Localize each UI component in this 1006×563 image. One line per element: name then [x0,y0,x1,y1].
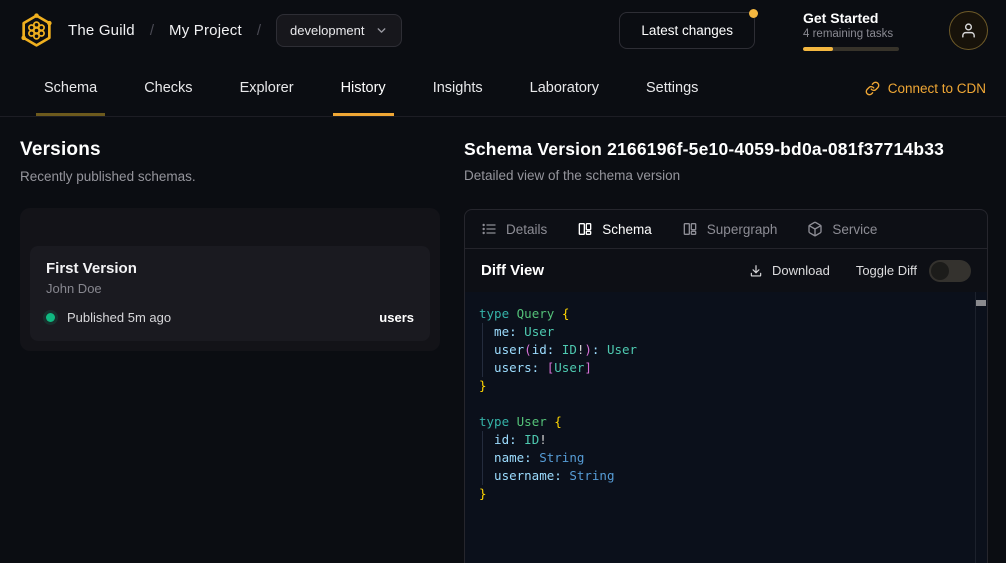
tab-supergraph-label: Supergraph [707,222,778,237]
versions-subtitle: Recently published schemas. [20,169,440,184]
toggle-knob [931,262,949,280]
primary-nav: Schema Checks Explorer History Insights … [0,60,1006,117]
list-icon [481,221,497,237]
version-list-item[interactable]: First Version John Doe Published 5m ago … [30,246,430,341]
breadcrumb-org[interactable]: The Guild [68,22,135,39]
tab-insights[interactable]: Insights [425,60,491,116]
latest-changes-label: Latest changes [641,23,733,38]
versions-panel: Versions Recently published schemas. Fir… [0,117,464,563]
link-icon [865,81,880,96]
download-button[interactable]: Download [749,263,830,278]
tab-service[interactable]: Service [807,221,877,237]
version-detail-panel: Schema Version 2166196f-5e10-4059-bd0a-0… [464,117,1006,563]
tab-service-label: Service [832,222,877,237]
tab-checks[interactable]: Checks [136,60,200,116]
latest-changes-button[interactable]: Latest changes [619,12,755,49]
panels-icon [577,221,593,237]
versions-list: First Version John Doe Published 5m ago … [20,208,440,351]
tab-laboratory[interactable]: Laboratory [522,60,607,116]
version-status: Published 5m ago [67,310,171,325]
tab-settings[interactable]: Settings [638,60,706,116]
schema-view-tabs: Details Schema Supergr [465,210,987,249]
panels-icon [682,221,698,237]
get-started-progress-bar [803,47,899,51]
tab-schema-view[interactable]: Schema [577,221,652,237]
download-label: Download [772,263,830,278]
user-icon [960,22,977,39]
breadcrumb-project[interactable]: My Project [169,22,242,39]
get-started-progress-fill [803,47,833,51]
connect-to-cdn-button[interactable]: Connect to CDN [865,60,986,116]
tab-details[interactable]: Details [481,221,547,237]
published-status-dot [46,313,55,322]
toggle-diff-label: Toggle Diff [856,263,917,278]
editor-scrollbar-thumb[interactable] [976,300,986,306]
tab-history[interactable]: History [333,60,394,116]
version-detail-title: Schema Version 2166196f-5e10-4059-bd0a-0… [464,139,988,160]
chevron-down-icon [375,24,388,37]
editor-scrollbar-track [975,292,976,563]
schema-view-panel: Details Schema Supergr [464,209,988,563]
get-started-subtitle: 4 remaining tasks [803,28,899,40]
version-name: First Version [46,260,414,277]
toggle-diff-switch[interactable] [929,260,971,282]
environment-select-value: development [290,23,364,38]
schema-code-editor[interactable]: type Query { me: User user(id: ID!): Use… [465,292,987,563]
download-icon [749,264,763,278]
connect-to-cdn-label: Connect to CDN [888,81,986,96]
tab-explorer[interactable]: Explorer [232,60,302,116]
user-avatar[interactable] [949,11,988,50]
cube-icon [807,221,823,237]
breadcrumb: The Guild / My Project / development [68,14,402,47]
version-detail-subtitle: Detailed view of the schema version [464,168,988,183]
get-started-title: Get Started [803,10,899,26]
notification-dot [749,9,758,18]
versions-title: Versions [20,139,440,161]
breadcrumb-separator: / [257,22,261,39]
version-author: John Doe [46,281,414,296]
version-service-badge: users [379,310,414,325]
get-started-widget[interactable]: Get Started 4 remaining tasks [803,10,899,51]
nav-tabs: Schema Checks Explorer History Insights … [36,60,706,116]
diff-view-title: Diff View [481,262,544,279]
tab-details-label: Details [506,222,547,237]
tab-supergraph[interactable]: Supergraph [682,221,778,237]
breadcrumb-separator: / [150,22,154,39]
main-content: Versions Recently published schemas. Fir… [0,117,1006,563]
app-header: The Guild / My Project / development Lat… [0,0,1006,60]
diff-toolbar: Diff View Download Toggle Diff [465,249,987,292]
environment-select[interactable]: development [276,14,401,47]
tab-schema-view-label: Schema [602,222,652,237]
schema-source-code: type Query { me: User user(id: ID!): Use… [479,305,963,503]
hive-logo-icon[interactable] [18,12,55,49]
tab-schema[interactable]: Schema [36,60,105,116]
